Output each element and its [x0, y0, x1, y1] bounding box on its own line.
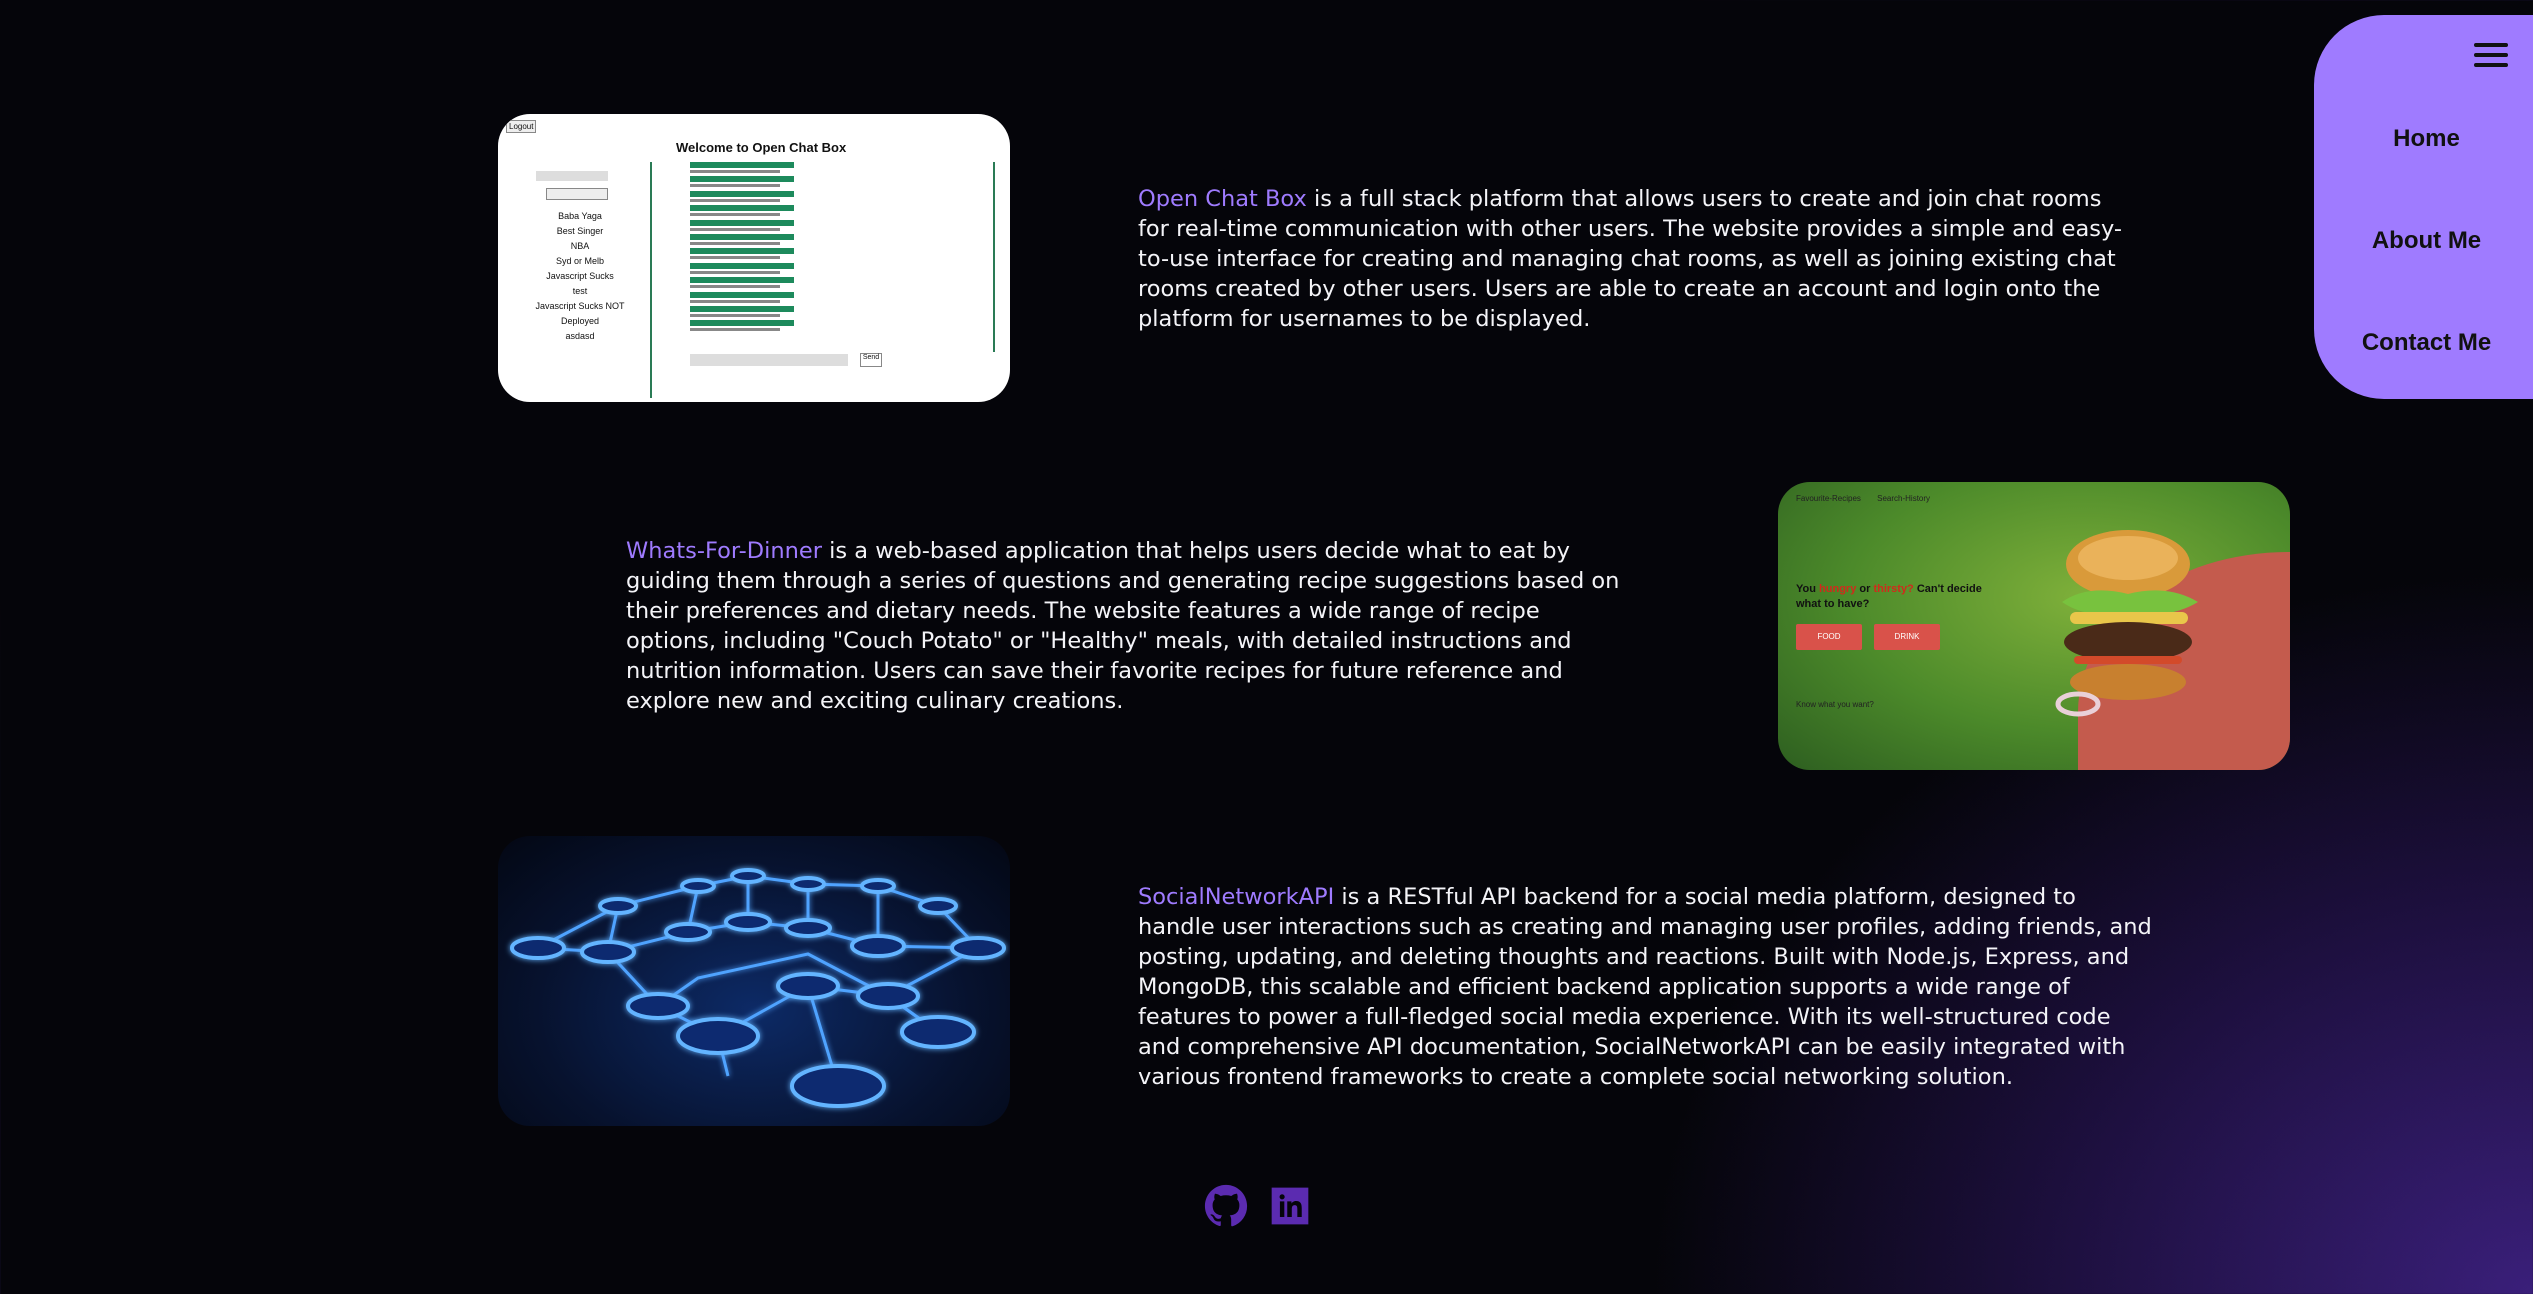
chat-room-item: Deployed — [560, 316, 600, 326]
dinner-know-text: Know what you want? — [1796, 700, 1874, 709]
chat-divider — [993, 162, 995, 352]
chat-logout-button: Logout — [506, 120, 537, 133]
nav-about-link[interactable]: About Me — [2314, 227, 2533, 255]
whats-for-dinner-screenshot[interactable]: Favourite-Recipes Search-History You hun… — [1778, 482, 2290, 770]
project-description-social-network-api: SocialNetworkAPI is a RESTful API backen… — [1138, 882, 2158, 1092]
project-link-social-network-api[interactable]: SocialNetworkAPI — [1138, 884, 1334, 910]
chat-room-item: Javascript Sucks NOT — [535, 301, 625, 311]
project-text: is a RESTful API backend for a social me… — [1138, 884, 2152, 1090]
chat-message — [690, 320, 810, 334]
chat-room-item: Best Singer — [556, 226, 604, 236]
chat-message — [690, 262, 810, 277]
github-icon[interactable] — [1204, 1184, 1248, 1228]
chat-message — [690, 219, 810, 234]
chat-message — [690, 162, 810, 176]
project-text: is a web-based application that helps us… — [626, 538, 1620, 714]
chat-message — [690, 176, 810, 190]
nav-contact-link[interactable]: Contact Me — [2314, 329, 2533, 357]
chat-message — [690, 291, 810, 306]
nav-home-link[interactable]: Home — [2314, 125, 2533, 153]
project-link-whats-for-dinner[interactable]: Whats-For-Dinner — [626, 538, 822, 564]
chat-message — [690, 205, 810, 219]
burger-image — [2055, 530, 2198, 717]
chat-message — [690, 277, 810, 291]
chat-room-item: asdasd — [565, 331, 595, 341]
chat-message — [690, 248, 810, 262]
project-description-whats-for-dinner: Whats-For-Dinner is a web-based applicat… — [626, 536, 1626, 716]
linkedin-icon[interactable] — [1268, 1184, 1312, 1228]
network-graph-image — [510, 868, 1006, 1108]
hamburger-menu-icon[interactable] — [2474, 43, 2508, 71]
chat-room-input — [536, 171, 608, 181]
dinner-question: You hungry or thirsty? Can't decide what… — [1796, 583, 1982, 610]
chat-message-input — [690, 354, 848, 366]
chat-send-button: Send — [860, 353, 882, 367]
project-link-open-chat-box[interactable]: Open Chat Box — [1138, 186, 1307, 212]
chat-room-button — [546, 188, 608, 200]
open-chat-box-screenshot[interactable]: Logout Welcome to Open Chat Box Baba Yag… — [498, 114, 1010, 402]
chat-message — [690, 233, 810, 248]
chat-room-item: Syd or Melb — [555, 256, 605, 266]
chat-message-list — [690, 162, 810, 335]
dinner-nav-links: Favourite-Recipes Search-History — [1796, 494, 1931, 503]
chat-room-item: Baba Yaga — [558, 211, 602, 221]
chat-room-list: Baba Yaga Best Singer NBA Syd or Melb Ja… — [520, 209, 640, 344]
chat-divider — [650, 162, 652, 398]
chat-message — [690, 190, 810, 205]
chat-heading: Welcome to Open Chat Box — [676, 140, 847, 155]
chat-room-item: NBA — [570, 241, 590, 251]
social-network-api-screenshot[interactable] — [498, 836, 1010, 1126]
project-description-open-chat-box: Open Chat Box is a full stack platform t… — [1138, 184, 2138, 334]
dinner-drink-button: DRINK — [1874, 624, 1940, 650]
chat-room-item: Javascript Sucks — [546, 271, 614, 281]
side-nav: Home About Me Contact Me — [2314, 15, 2533, 399]
chat-room-item: test — [572, 286, 588, 296]
dinner-food-button: FOOD — [1796, 624, 1862, 650]
chat-message — [690, 305, 810, 320]
